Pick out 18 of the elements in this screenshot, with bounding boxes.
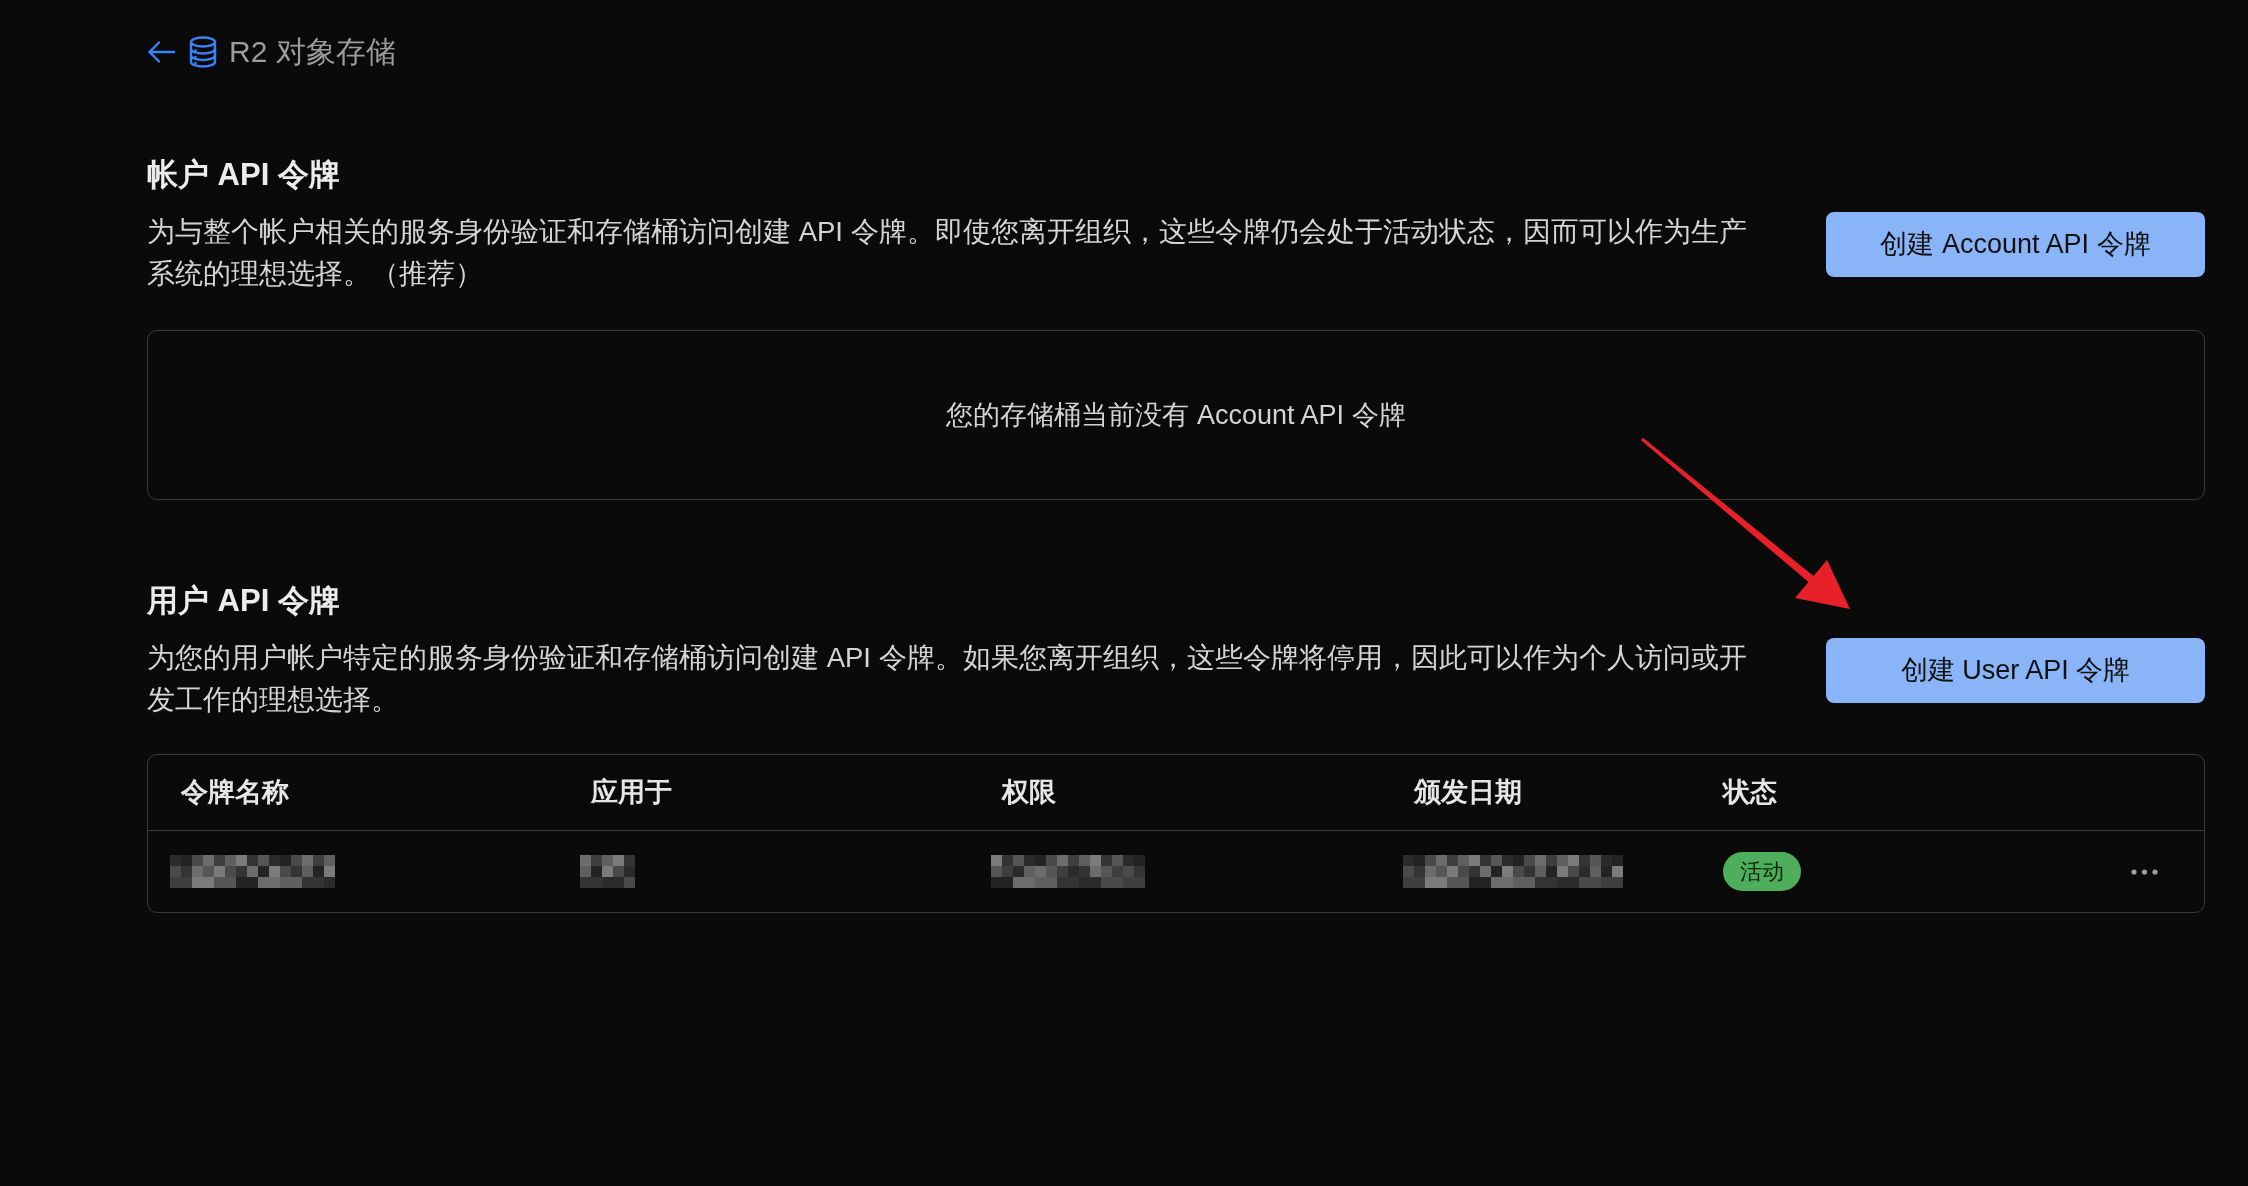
- column-header: 令牌名称: [181, 777, 289, 808]
- database-icon: [189, 36, 217, 68]
- section-heading: 帐户 API 令牌: [147, 156, 340, 194]
- arrow-left-icon: [147, 40, 175, 64]
- empty-state-message: 您的存储桶当前没有 Account API 令牌: [946, 398, 1406, 432]
- section-description: 为与整个帐户相关的服务身份验证和存储桶访问创建 API 令牌。即使您离开组织，这些令牌仍会处于活动状态，因而可以作为生产系统的理想选择。（推荐）: [147, 215, 1748, 291]
- column-header: 权限: [1002, 777, 1056, 808]
- ellipsis-icon: [2130, 868, 2158, 875]
- status-badge: 活动: [1723, 852, 1801, 891]
- section-description: 为您的用户帐户特定的服务身份验证和存储桶访问创建 API 令牌。如果您离开组织，这些令牌将停用，因此可以作为个人访问或开发工作的理想选择。: [147, 641, 1748, 717]
- create-account-token-button[interactable]: 创建 Account API 令牌: [1826, 212, 2205, 277]
- section-heading: 用户 API 令牌: [147, 582, 340, 620]
- column-header: 状态: [1723, 777, 1777, 808]
- page-title: R2 对象存储: [229, 34, 396, 70]
- column-header: 应用于: [591, 777, 672, 808]
- create-user-token-button[interactable]: 创建 User API 令牌: [1826, 638, 2205, 703]
- back-button[interactable]: [147, 40, 175, 64]
- column-header: 颁发日期: [1414, 777, 1522, 808]
